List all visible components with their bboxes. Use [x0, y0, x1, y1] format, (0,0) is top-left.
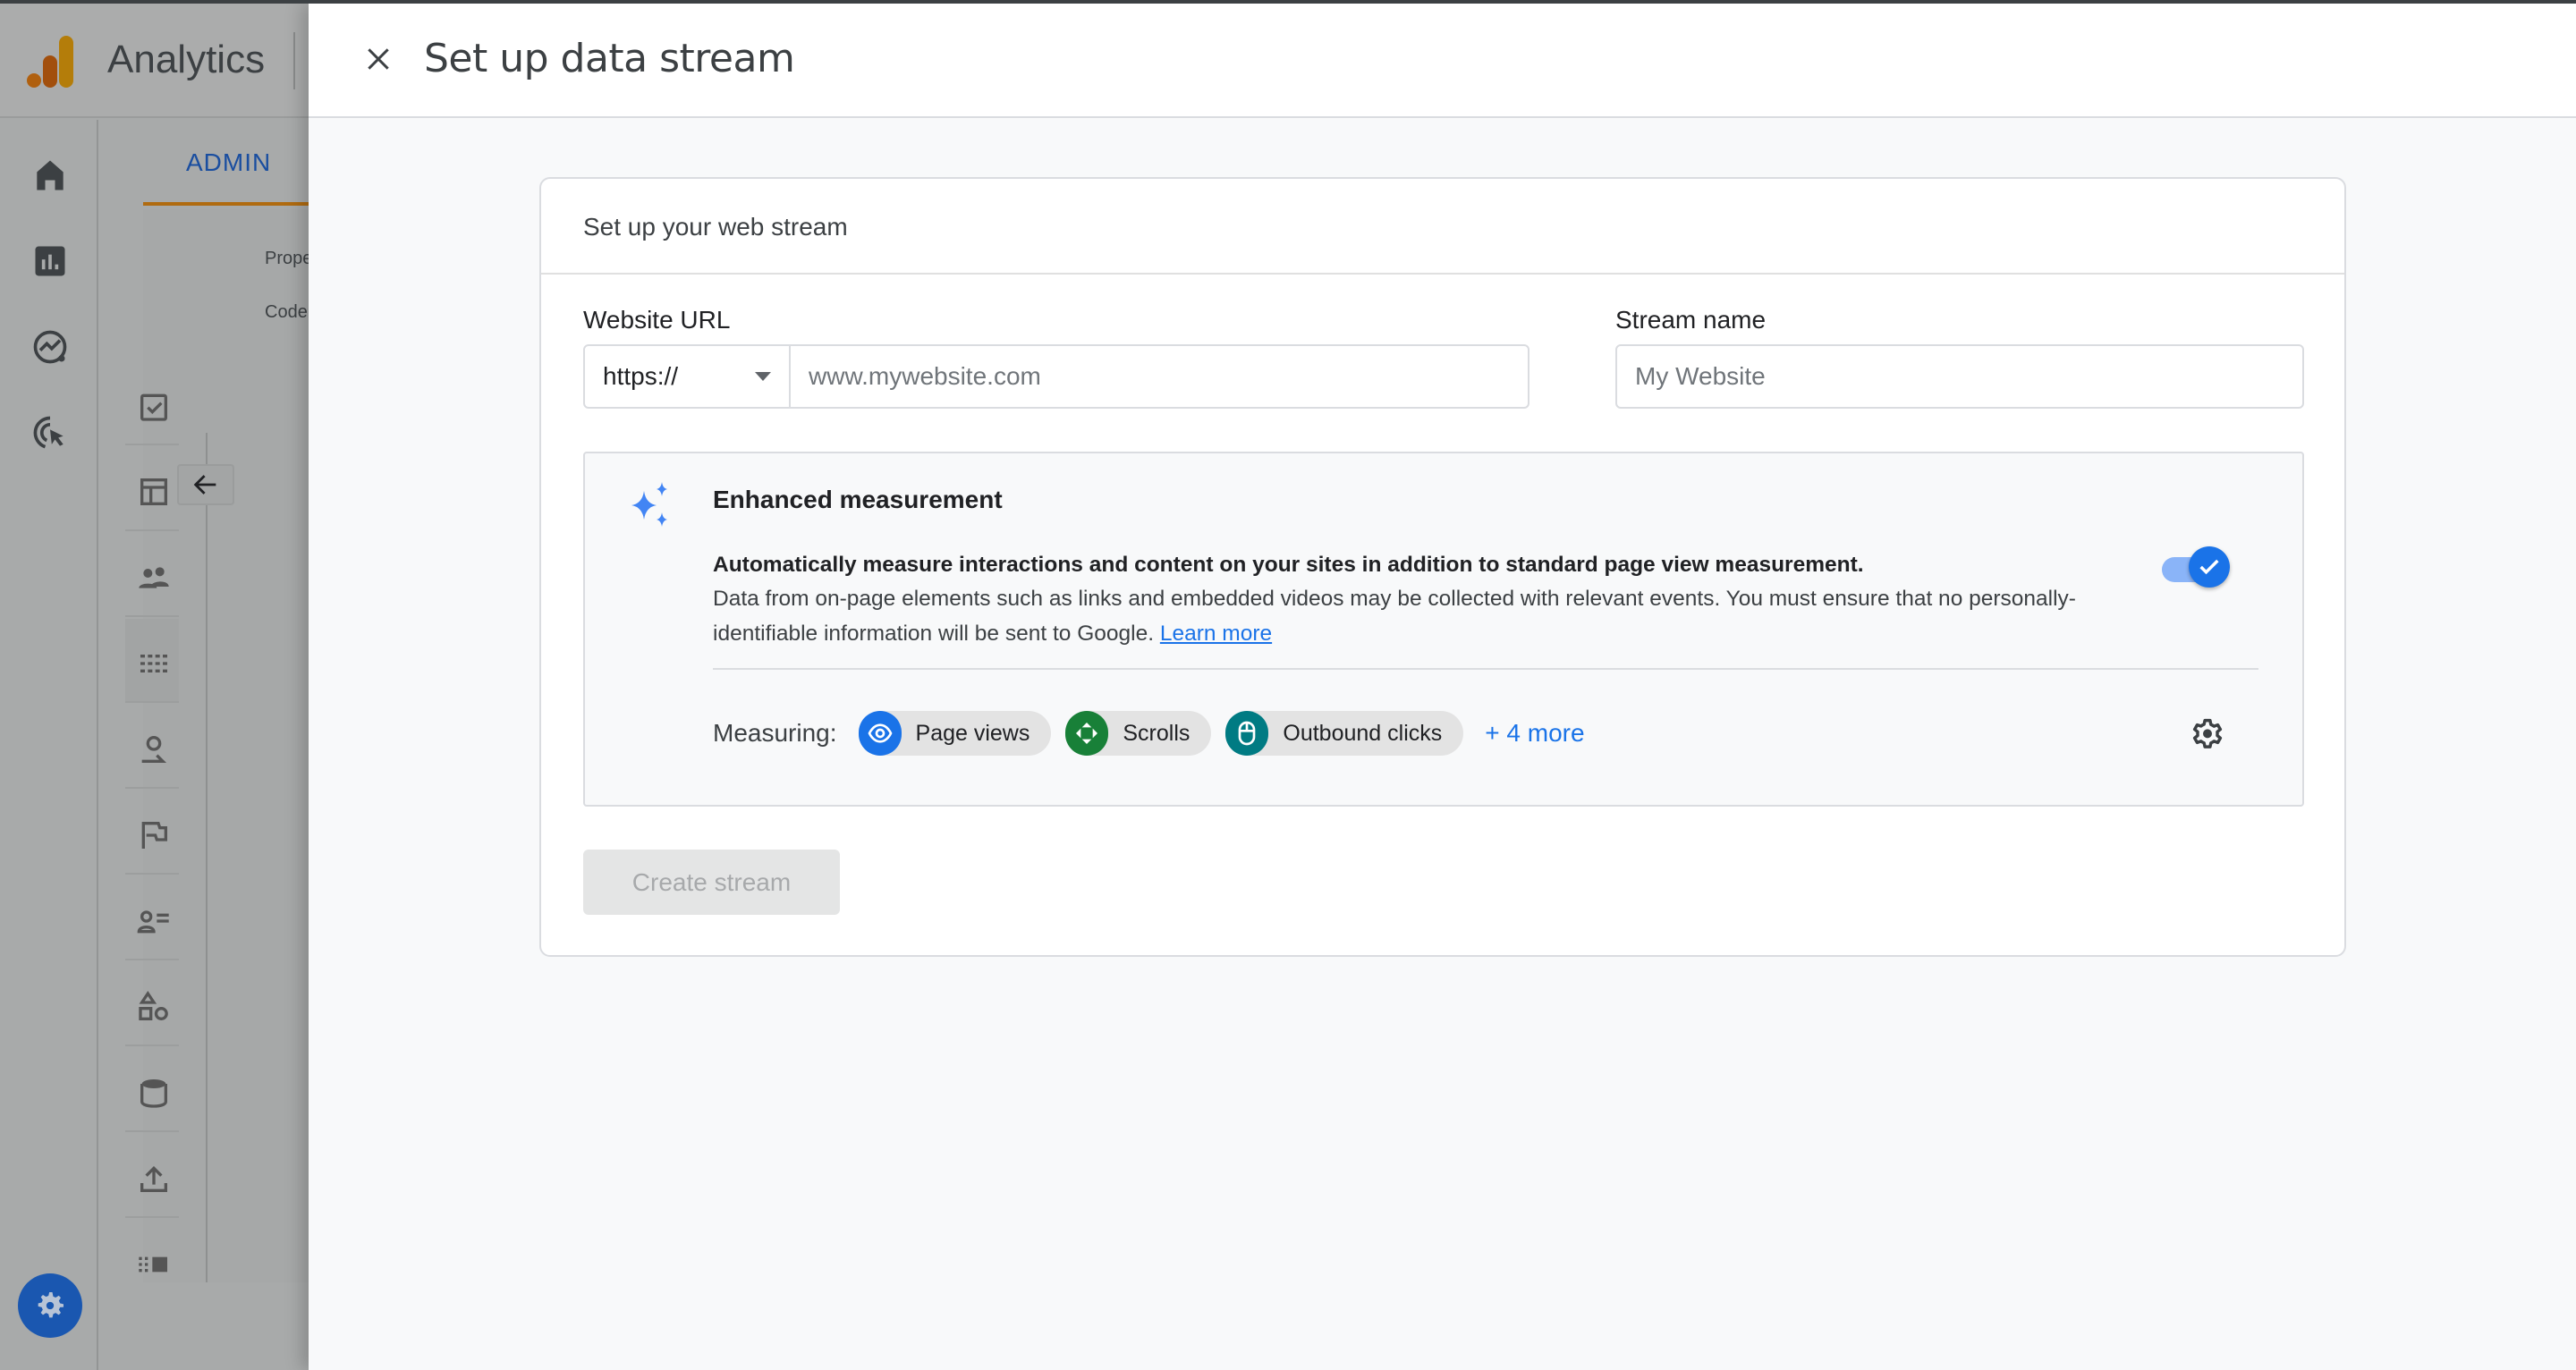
section-divider	[713, 668, 2258, 670]
panel-divider	[206, 433, 208, 1282]
data-import-icon[interactable]	[125, 1134, 179, 1218]
gear-icon[interactable]	[2187, 713, 2228, 754]
data-streams-icon[interactable]	[125, 619, 179, 703]
reporting-identity-icon[interactable]	[125, 1220, 179, 1304]
events-icon[interactable]	[125, 705, 179, 789]
create-stream-button[interactable]: Create stream	[583, 850, 840, 915]
enhanced-measurement-toggle[interactable]	[2162, 546, 2230, 589]
code-label: Code	[265, 302, 308, 322]
property-label: Prope	[265, 249, 309, 268]
enhanced-measurement-section: Enhanced measurement Automatically measu…	[583, 452, 2304, 807]
website-url-label: Website URL	[583, 306, 731, 334]
sheet-header: Set up data stream	[309, 4, 2576, 118]
property-details-icon[interactable]	[125, 447, 179, 531]
chevron-down-icon	[755, 372, 771, 381]
website-url-field: https://	[583, 344, 1530, 409]
header-divider	[293, 32, 295, 89]
protocol-select[interactable]: https://	[585, 346, 791, 407]
close-icon[interactable]	[359, 39, 398, 79]
home-icon[interactable]	[30, 156, 70, 195]
enhanced-measurement-description: Automatically measure interactions and c…	[713, 547, 2117, 651]
mouse-icon	[1225, 711, 1269, 756]
audiences-icon[interactable]	[125, 876, 179, 960]
setup-data-stream-sheet: Set up data stream Set up your web strea…	[309, 4, 2576, 1370]
stream-name-input[interactable]	[1617, 346, 2302, 407]
scroll-arrows-icon	[1065, 711, 1109, 756]
enhanced-measurement-title: Enhanced measurement	[713, 486, 1003, 513]
property-access-icon[interactable]	[125, 533, 179, 617]
measuring-row: Measuring: Page views Scrolls Outbound c…	[713, 711, 1585, 756]
app-header: Analytics	[0, 4, 309, 118]
chip-outbound-clicks[interactable]: Outbound clicks	[1225, 711, 1464, 756]
web-stream-card: Set up your web stream Website URL https…	[539, 177, 2346, 957]
custom-definitions-icon[interactable]	[125, 962, 179, 1046]
conversions-flag-icon[interactable]	[125, 791, 179, 875]
enhanced-measurement-detail: Data from on-page elements such as links…	[713, 587, 2076, 646]
app-name: Analytics	[107, 38, 266, 81]
sparkle-icon	[628, 480, 674, 535]
window-top-edge	[0, 0, 2576, 4]
analytics-logo-icon	[27, 34, 73, 88]
learn-more-link[interactable]: Learn more	[1160, 622, 1272, 646]
tab-admin-label: ADMIN	[186, 148, 272, 176]
reports-icon[interactable]	[30, 241, 70, 281]
protocol-value: https://	[603, 362, 679, 390]
advertising-icon[interactable]	[30, 413, 70, 452]
chip-label: Page views	[915, 720, 1030, 746]
back-arrow-button[interactable]	[177, 464, 234, 505]
toggle-thumb	[2189, 546, 2230, 588]
enhanced-measurement-lead: Automatically measure interactions and c…	[713, 553, 1864, 577]
sheet-title: Set up data stream	[424, 36, 795, 81]
card-heading: Set up your web stream	[583, 213, 848, 241]
stream-name-label: Stream name	[1615, 306, 1767, 334]
admin-gear-icon[interactable]	[18, 1273, 82, 1338]
eye-icon	[858, 711, 902, 756]
chip-label: Scrolls	[1123, 720, 1191, 746]
more-events-link[interactable]: + 4 more	[1485, 719, 1584, 748]
card-header: Set up your web stream	[541, 179, 2344, 275]
chip-scrolls[interactable]: Scrolls	[1065, 711, 1212, 756]
analytics-app-backdrop: Analytics ADMIN Prope Code	[0, 4, 309, 1370]
measuring-label: Measuring:	[713, 719, 837, 747]
stream-name-field	[1615, 344, 2304, 409]
website-url-input[interactable]	[791, 346, 1528, 407]
chip-label: Outbound clicks	[1283, 720, 1443, 746]
tab-admin[interactable]: ADMIN	[143, 138, 309, 206]
chip-page-views[interactable]: Page views	[858, 711, 1052, 756]
setup-assistant-icon[interactable]	[125, 361, 179, 445]
explore-icon[interactable]	[30, 327, 70, 367]
check-icon	[2199, 559, 2219, 575]
left-nav-rail	[0, 120, 98, 1370]
data-settings-icon[interactable]	[125, 1048, 179, 1132]
